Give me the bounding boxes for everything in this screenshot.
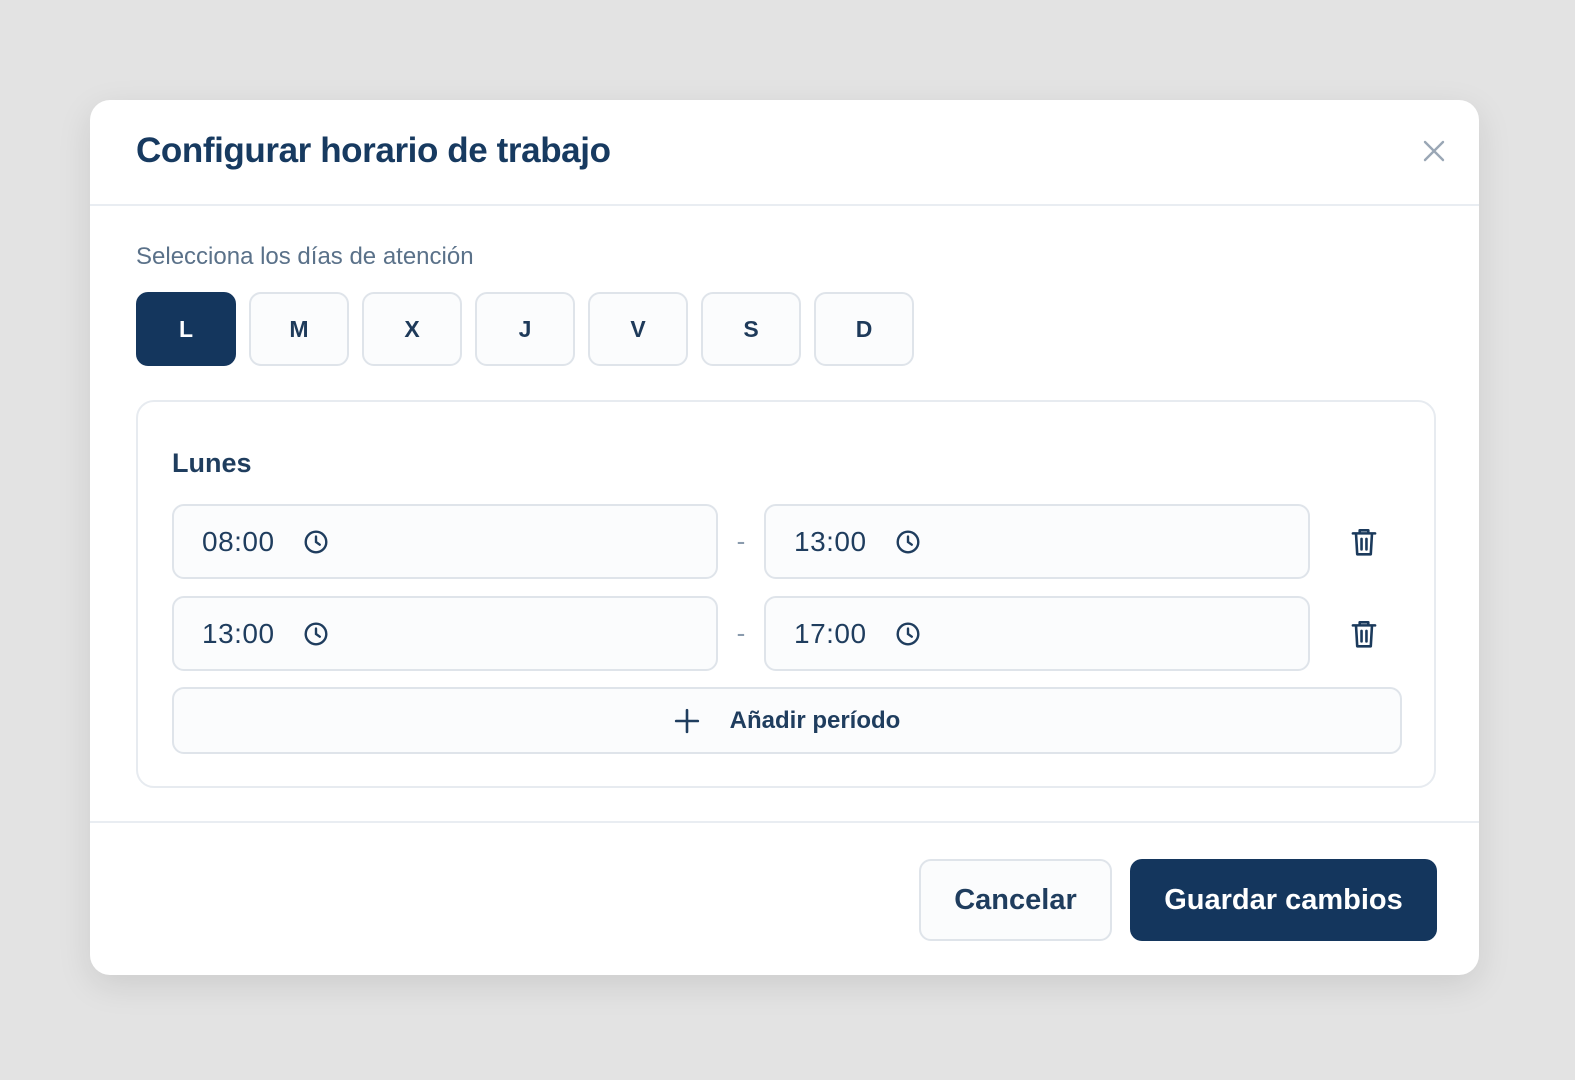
day-schedule-card: Lunes 08:00 - 13:00 13:00 - 17:00 Añadir… (136, 400, 1436, 788)
day-selector: L M X J V S D (136, 292, 914, 366)
start-time-input[interactable]: 08:00 (172, 504, 718, 579)
period-row: 13:00 - 17:00 (172, 596, 1402, 671)
delete-period-button[interactable] (1344, 614, 1384, 654)
end-time-value: 13:00 (794, 525, 867, 557)
clock-icon[interactable] (303, 621, 329, 647)
save-changes-button[interactable]: Guardar cambios (1130, 859, 1437, 941)
clock-icon[interactable] (303, 529, 329, 555)
plus-icon (674, 708, 700, 734)
clock-icon[interactable] (895, 621, 921, 647)
day-button-martes[interactable]: M (249, 292, 349, 366)
trash-icon (1351, 621, 1377, 648)
clock-icon[interactable] (895, 529, 921, 555)
day-button-jueves[interactable]: J (475, 292, 575, 366)
day-title: Lunes (172, 448, 252, 478)
day-button-sabado[interactable]: S (701, 292, 801, 366)
trash-icon (1351, 529, 1377, 556)
day-button-miercoles[interactable]: X (362, 292, 462, 366)
end-time-input[interactable]: 17:00 (764, 596, 1310, 671)
end-time-value: 17:00 (794, 617, 867, 649)
days-section-label: Selecciona los días de atención (136, 243, 474, 270)
add-period-label: Añadir período (729, 706, 901, 734)
modal-title: Configurar horario de trabajo (136, 131, 611, 170)
start-time-input[interactable]: 13:00 (172, 596, 718, 671)
time-separator: - (736, 526, 746, 556)
delete-period-button[interactable] (1344, 522, 1384, 562)
close-button[interactable] (1417, 134, 1451, 168)
close-icon (1423, 140, 1445, 162)
modal-footer: Cancelar Guardar cambios (90, 821, 1479, 975)
start-time-value: 08:00 (202, 525, 275, 557)
start-time-value: 13:00 (202, 617, 275, 649)
modal-header: Configurar horario de trabajo (90, 100, 1479, 206)
day-button-lunes[interactable]: L (136, 292, 236, 366)
end-time-input[interactable]: 13:00 (764, 504, 1310, 579)
add-period-button[interactable]: Añadir período (172, 687, 1402, 754)
time-separator: - (736, 618, 746, 648)
day-button-viernes[interactable]: V (588, 292, 688, 366)
day-button-domingo[interactable]: D (814, 292, 914, 366)
cancel-button[interactable]: Cancelar (919, 859, 1112, 941)
schedule-modal: Configurar horario de trabajo Selecciona… (90, 100, 1479, 975)
period-row: 08:00 - 13:00 (172, 504, 1402, 579)
